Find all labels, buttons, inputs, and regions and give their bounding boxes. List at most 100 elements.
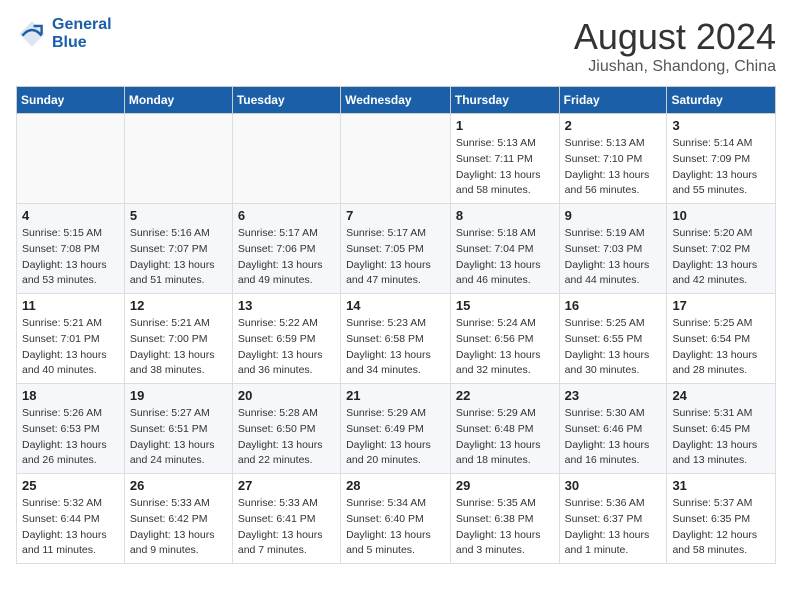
table-row: 30 Sunrise: 5:36 AM Sunset: 6:37 PM Dayli…	[559, 474, 667, 564]
day-info: Sunrise: 5:17 AM Sunset: 7:06 PM Dayligh…	[238, 226, 335, 289]
day-info: Sunrise: 5:30 AM Sunset: 6:46 PM Dayligh…	[565, 406, 662, 469]
table-row: 9Sunrise: 5:19 AM Sunset: 7:03 PM Daylig…	[559, 204, 667, 294]
table-row: 31Sunrise: 5:37 AM Sunset: 6:35 PM Dayli…	[667, 474, 776, 564]
location-subtitle: Jiushan, Shandong, China	[574, 58, 776, 76]
table-row: 21 Sunrise: 5:29 AM Sunset: 6:49 PM Dayli…	[341, 384, 451, 474]
calendar-table: Sunday Monday Tuesday Wednesday Thursday…	[16, 86, 776, 564]
day-number: 4	[22, 208, 119, 223]
header-tuesday: Tuesday	[232, 87, 340, 114]
logo-text-line2: Blue	[52, 34, 112, 52]
day-number: 26	[130, 478, 227, 493]
calendar-row-3: 11 Sunrise: 5:21 AM Sunset: 7:01 PM Dayli…	[17, 294, 776, 384]
day-info: Sunrise: 5:26 AM Sunset: 6:53 PM Dayligh…	[22, 406, 119, 469]
day-info: Sunrise: 5:27 AM Sunset: 6:51 PM Dayligh…	[130, 406, 227, 469]
day-info: Sunrise: 5:23 AM Sunset: 6:58 PM Dayligh…	[346, 316, 445, 379]
day-info: Sunrise: 5:13 AM Sunset: 7:11 PM Dayligh…	[456, 136, 554, 199]
calendar-row-2: 4 Sunrise: 5:15 AM Sunset: 7:08 PM Daylig…	[17, 204, 776, 294]
day-info: Sunrise: 5:17 AM Sunset: 7:05 PM Dayligh…	[346, 226, 445, 289]
table-row: 16 Sunrise: 5:25 AM Sunset: 6:55 PM Dayli…	[559, 294, 667, 384]
table-row: 20 Sunrise: 5:28 AM Sunset: 6:50 PM Dayli…	[232, 384, 340, 474]
table-row: 27Sunrise: 5:33 AM Sunset: 6:41 PM Dayli…	[232, 474, 340, 564]
table-row: 2 Sunrise: 5:13 AM Sunset: 7:10 PM Daylig…	[559, 114, 667, 204]
table-row: 13 Sunrise: 5:22 AM Sunset: 6:59 PM Dayli…	[232, 294, 340, 384]
day-number: 16	[565, 298, 662, 313]
table-row: 15Sunrise: 5:24 AM Sunset: 6:56 PM Dayli…	[450, 294, 559, 384]
day-info: Sunrise: 5:21 AM Sunset: 7:00 PM Dayligh…	[130, 316, 227, 379]
table-row: 3Sunrise: 5:14 AM Sunset: 7:09 PM Daylig…	[667, 114, 776, 204]
day-info: Sunrise: 5:18 AM Sunset: 7:04 PM Dayligh…	[456, 226, 554, 289]
table-row	[17, 114, 125, 204]
day-number: 2	[565, 118, 662, 133]
day-number: 25	[22, 478, 119, 493]
day-number: 3	[672, 118, 770, 133]
table-row: 14 Sunrise: 5:23 AM Sunset: 6:58 PM Dayli…	[341, 294, 451, 384]
month-year-title: August 2024	[574, 16, 776, 58]
day-info: Sunrise: 5:31 AM Sunset: 6:45 PM Dayligh…	[672, 406, 770, 469]
day-number: 14	[346, 298, 445, 313]
table-row: 19 Sunrise: 5:27 AM Sunset: 6:51 PM Dayli…	[124, 384, 232, 474]
day-info: Sunrise: 5:28 AM Sunset: 6:50 PM Dayligh…	[238, 406, 335, 469]
table-row: 4 Sunrise: 5:15 AM Sunset: 7:08 PM Daylig…	[17, 204, 125, 294]
day-number: 19	[130, 388, 227, 403]
day-number: 31	[672, 478, 770, 493]
day-info: Sunrise: 5:13 AM Sunset: 7:10 PM Dayligh…	[565, 136, 662, 199]
table-row: 28Sunrise: 5:34 AM Sunset: 6:40 PM Dayli…	[341, 474, 451, 564]
day-number: 5	[130, 208, 227, 223]
table-row: 23 Sunrise: 5:30 AM Sunset: 6:46 PM Dayli…	[559, 384, 667, 474]
day-number: 21	[346, 388, 445, 403]
day-number: 27	[238, 478, 335, 493]
table-row: 29Sunrise: 5:35 AM Sunset: 6:38 PM Dayli…	[450, 474, 559, 564]
day-info: Sunrise: 5:34 AM Sunset: 6:40 PM Dayligh…	[346, 496, 445, 559]
table-row	[232, 114, 340, 204]
header-monday: Monday	[124, 87, 232, 114]
table-row: 26Sunrise: 5:33 AM Sunset: 6:42 PM Dayli…	[124, 474, 232, 564]
table-row: 8 Sunrise: 5:18 AM Sunset: 7:04 PM Daylig…	[450, 204, 559, 294]
table-row: 18Sunrise: 5:26 AM Sunset: 6:53 PM Dayli…	[17, 384, 125, 474]
day-number: 13	[238, 298, 335, 313]
day-number: 12	[130, 298, 227, 313]
day-number: 6	[238, 208, 335, 223]
day-info: Sunrise: 5:32 AM Sunset: 6:44 PM Dayligh…	[22, 496, 119, 559]
header-sunday: Sunday	[17, 87, 125, 114]
day-number: 11	[22, 298, 119, 313]
day-info: Sunrise: 5:15 AM Sunset: 7:08 PM Dayligh…	[22, 226, 119, 289]
day-info: Sunrise: 5:21 AM Sunset: 7:01 PM Dayligh…	[22, 316, 119, 379]
day-number: 20	[238, 388, 335, 403]
day-info: Sunrise: 5:29 AM Sunset: 6:49 PM Dayligh…	[346, 406, 445, 469]
day-info: Sunrise: 5:36 AM Sunset: 6:37 PM Dayligh…	[565, 496, 662, 559]
day-info: Sunrise: 5:16 AM Sunset: 7:07 PM Dayligh…	[130, 226, 227, 289]
day-info: Sunrise: 5:20 AM Sunset: 7:02 PM Dayligh…	[672, 226, 770, 289]
table-row: 17Sunrise: 5:25 AM Sunset: 6:54 PM Dayli…	[667, 294, 776, 384]
day-number: 9	[565, 208, 662, 223]
header-thursday: Thursday	[450, 87, 559, 114]
day-number: 7	[346, 208, 445, 223]
day-number: 23	[565, 388, 662, 403]
day-number: 24	[672, 388, 770, 403]
day-info: Sunrise: 5:29 AM Sunset: 6:48 PM Dayligh…	[456, 406, 554, 469]
day-number: 17	[672, 298, 770, 313]
logo-text-line1: General	[52, 16, 112, 34]
calendar-row-5: 25 Sunrise: 5:32 AM Sunset: 6:44 PM Dayli…	[17, 474, 776, 564]
page-header: General Blue August 2024 Jiushan, Shando…	[16, 16, 776, 76]
table-row: 7 Sunrise: 5:17 AM Sunset: 7:05 PM Daylig…	[341, 204, 451, 294]
day-info: Sunrise: 5:35 AM Sunset: 6:38 PM Dayligh…	[456, 496, 554, 559]
day-number: 30	[565, 478, 662, 493]
calendar-title-area: August 2024 Jiushan, Shandong, China	[574, 16, 776, 76]
day-number: 1	[456, 118, 554, 133]
day-info: Sunrise: 5:22 AM Sunset: 6:59 PM Dayligh…	[238, 316, 335, 379]
day-info: Sunrise: 5:25 AM Sunset: 6:55 PM Dayligh…	[565, 316, 662, 379]
table-row	[124, 114, 232, 204]
day-number: 10	[672, 208, 770, 223]
day-number: 22	[456, 388, 554, 403]
table-row: 5 Sunrise: 5:16 AM Sunset: 7:07 PM Daylig…	[124, 204, 232, 294]
logo-icon	[16, 18, 48, 50]
day-info: Sunrise: 5:24 AM Sunset: 6:56 PM Dayligh…	[456, 316, 554, 379]
table-row: 11 Sunrise: 5:21 AM Sunset: 7:01 PM Dayli…	[17, 294, 125, 384]
table-row: 24 Sunrise: 5:31 AM Sunset: 6:45 PM Dayli…	[667, 384, 776, 474]
day-number: 8	[456, 208, 554, 223]
table-row: 22 Sunrise: 5:29 AM Sunset: 6:48 PM Dayli…	[450, 384, 559, 474]
table-row: 10 Sunrise: 5:20 AM Sunset: 7:02 PM Dayli…	[667, 204, 776, 294]
calendar-header-row: Sunday Monday Tuesday Wednesday Thursday…	[17, 87, 776, 114]
header-saturday: Saturday	[667, 87, 776, 114]
header-wednesday: Wednesday	[341, 87, 451, 114]
